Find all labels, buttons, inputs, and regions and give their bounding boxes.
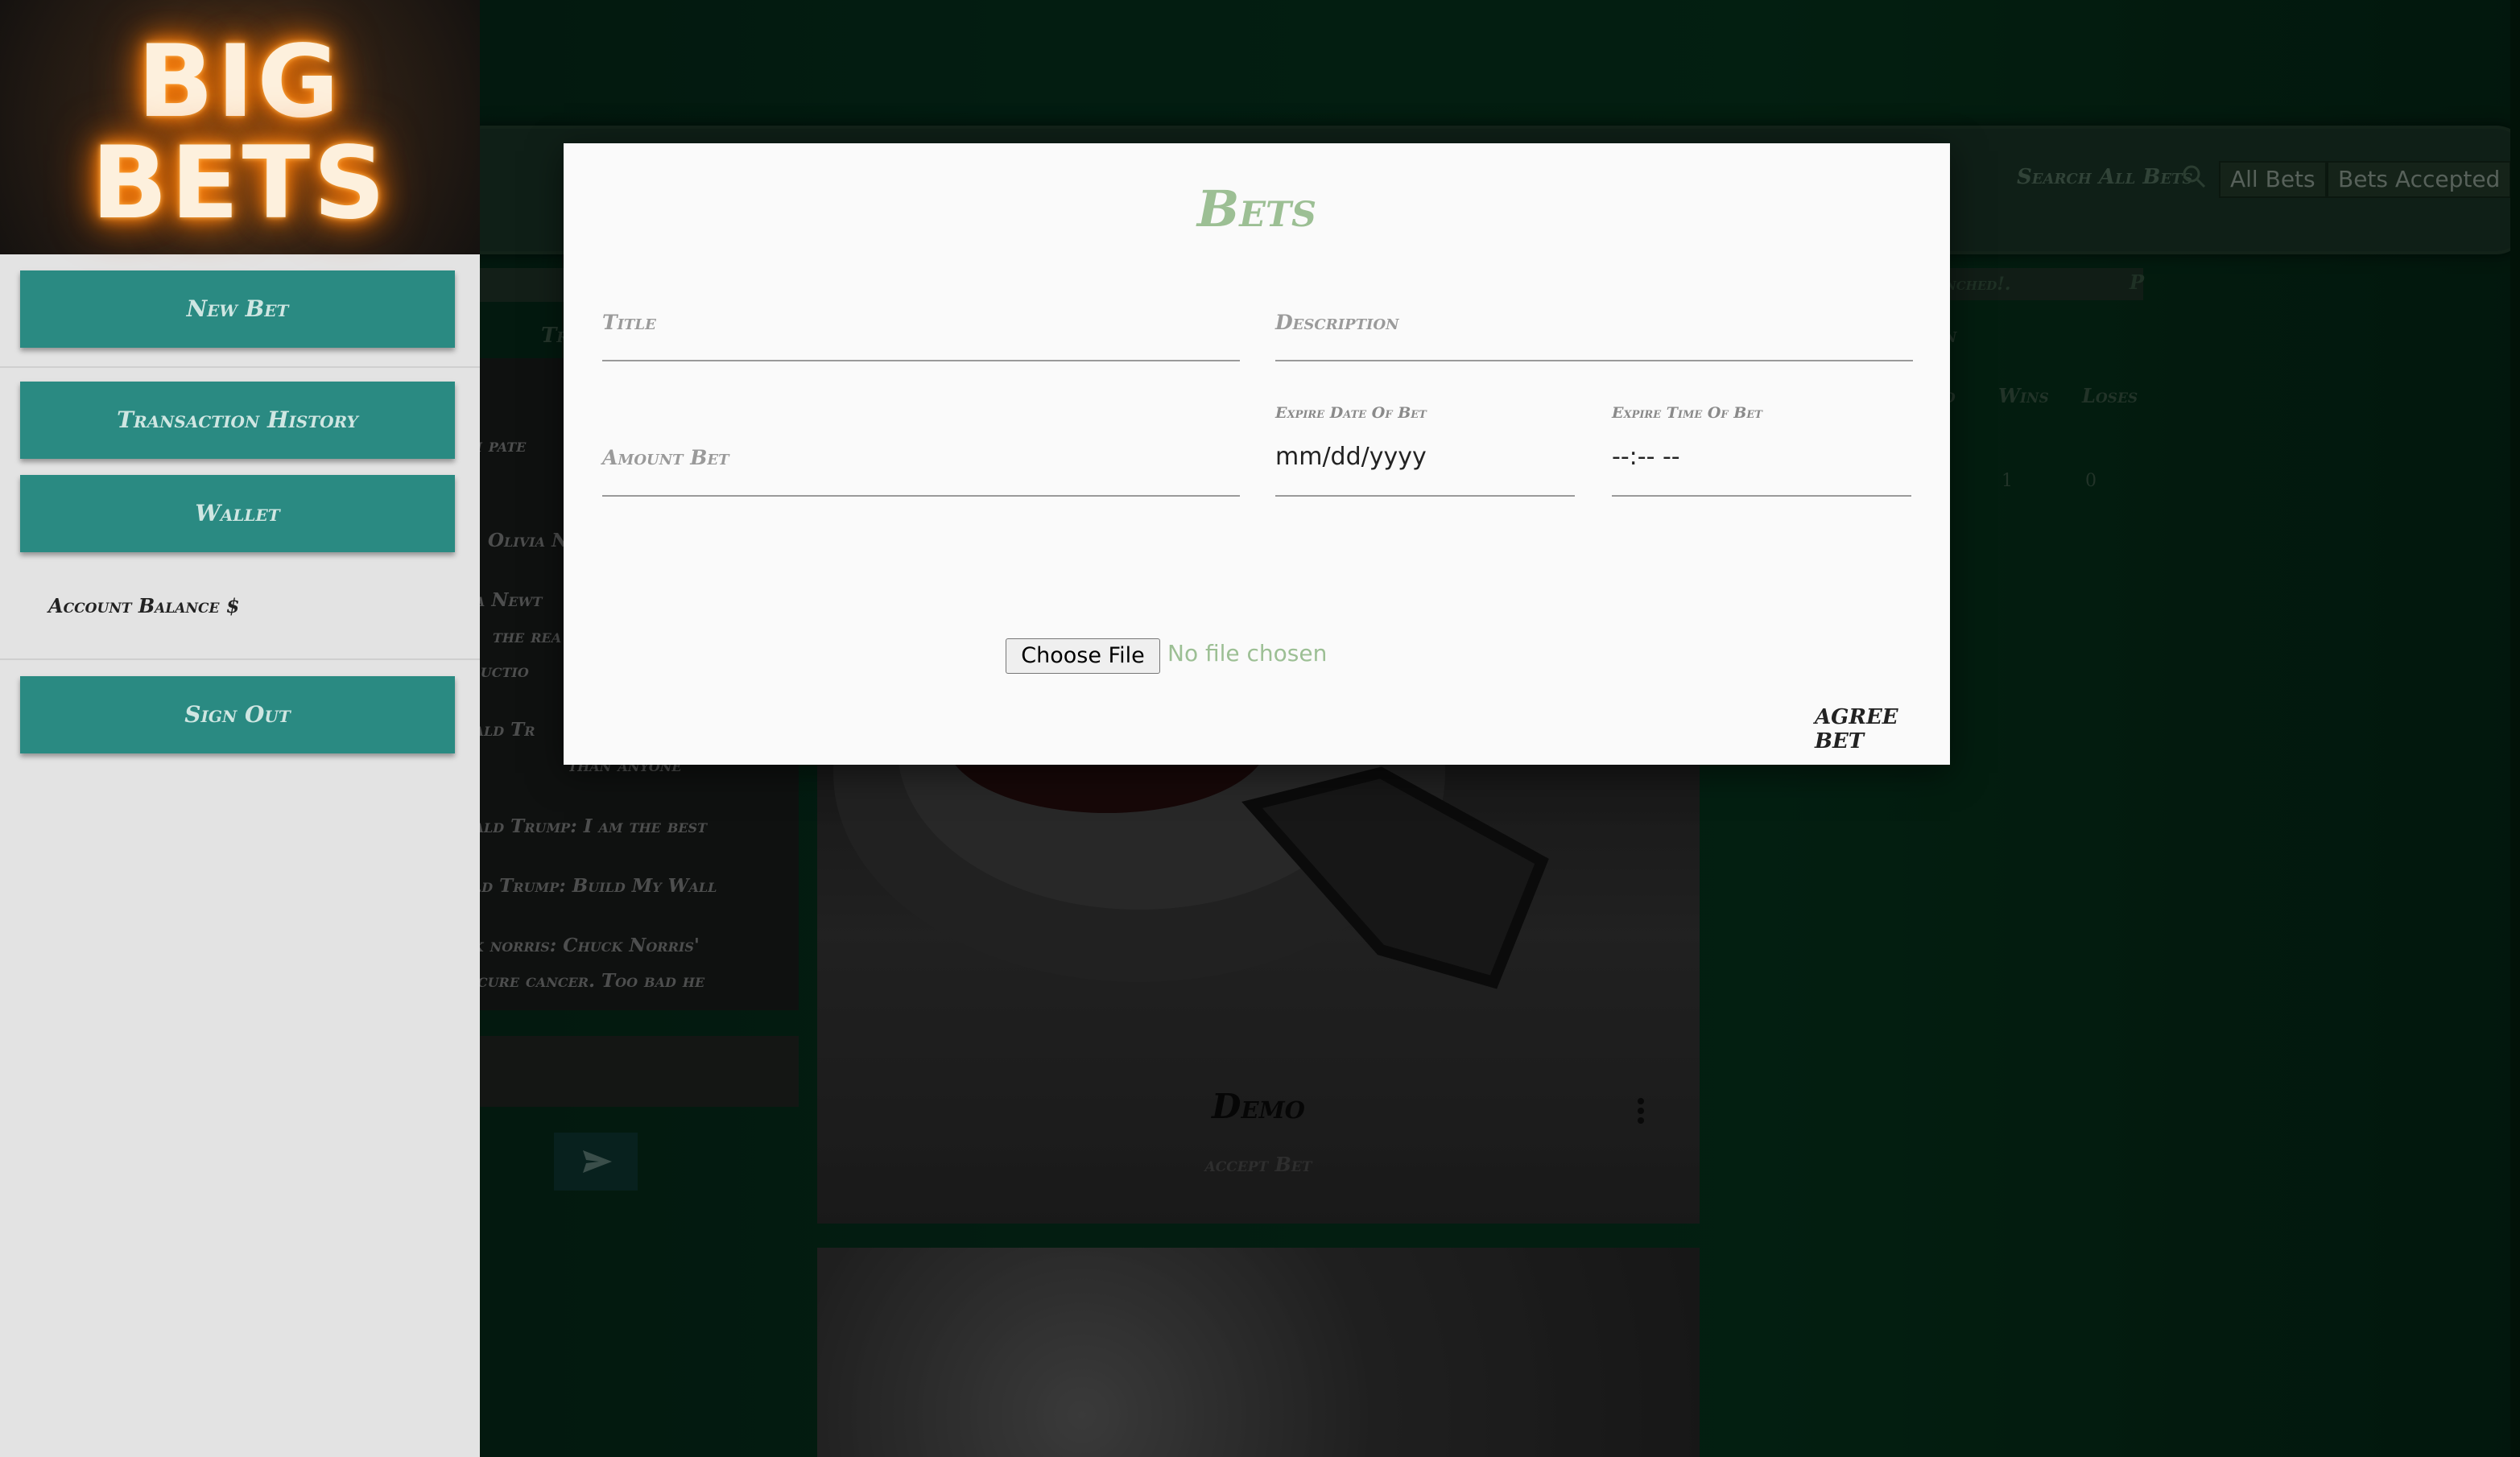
amount-bet-label: Amount Bet bbox=[602, 446, 729, 469]
expire-date-underline bbox=[1275, 495, 1575, 497]
title-field[interactable] bbox=[602, 360, 1240, 361]
expire-time-input[interactable]: --:-- -- bbox=[1612, 443, 1680, 471]
description-label: Description bbox=[1275, 311, 1399, 334]
sidebar-divider bbox=[0, 658, 480, 660]
description-field[interactable] bbox=[1275, 360, 1913, 361]
sidebar: BIG BETS New Bet Transaction History Wal… bbox=[0, 0, 480, 1457]
file-status: No file chosen bbox=[1167, 640, 1328, 667]
account-balance: Account Balance $ bbox=[48, 594, 240, 617]
modal-title: Bets bbox=[1196, 180, 1317, 238]
new-bet-modal: Bets Title Description Amount Bet Expire… bbox=[564, 143, 1950, 765]
sidebar-divider bbox=[0, 366, 480, 368]
new-bet-button[interactable]: New Bet bbox=[20, 270, 455, 348]
expire-time-underline bbox=[1612, 495, 1911, 497]
amount-bet-field[interactable] bbox=[602, 495, 1240, 497]
logo-line-1: BIG bbox=[137, 24, 343, 140]
wallet-button[interactable]: Wallet bbox=[20, 475, 455, 552]
title-label: Title bbox=[602, 311, 656, 334]
transaction-history-button[interactable]: Transaction History bbox=[20, 382, 455, 459]
choose-file-button[interactable]: Choose File bbox=[1006, 638, 1160, 674]
sign-out-button[interactable]: Sign Out bbox=[20, 676, 455, 753]
big-bets-logo: BIG BETS bbox=[0, 0, 480, 254]
expire-date-input[interactable]: mm/dd/yyyy bbox=[1275, 443, 1427, 471]
agree-bet-button[interactable]: AGREE BET bbox=[1815, 705, 1950, 753]
expire-date-label: Expire Date Of Bet bbox=[1275, 404, 1427, 422]
expire-time-label: Expire Time Of Bet bbox=[1612, 404, 1762, 422]
logo-line-2: BETS bbox=[91, 126, 389, 241]
